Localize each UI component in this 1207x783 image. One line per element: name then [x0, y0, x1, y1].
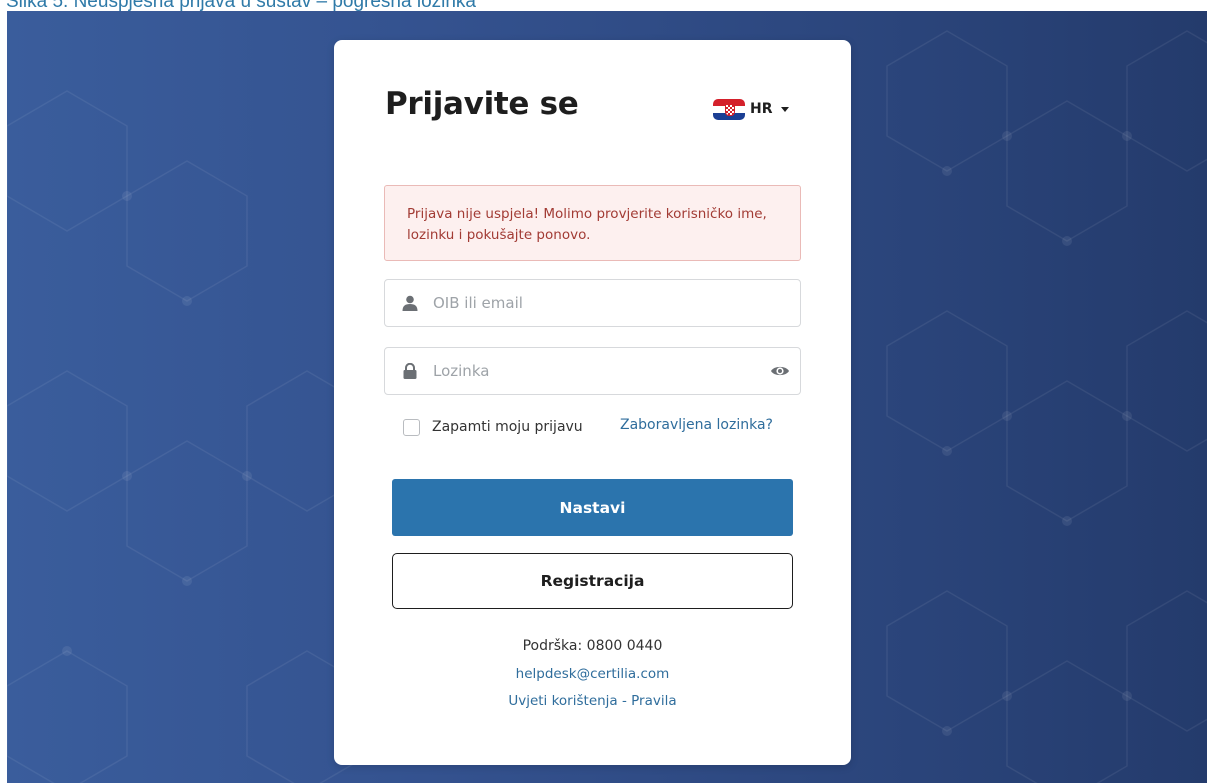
register-button[interactable]: Registracija [392, 553, 793, 609]
user-icon [402, 295, 418, 311]
username-input[interactable] [433, 280, 763, 326]
terms: Uvjeti korištenja - Pravila [334, 693, 851, 709]
username-field[interactable] [384, 279, 801, 327]
croatian-flag-icon [713, 98, 745, 120]
remember-checkbox[interactable] [403, 418, 420, 436]
lock-icon [403, 363, 417, 379]
continue-button[interactable]: Nastavi [392, 479, 793, 536]
password-field[interactable] [384, 347, 801, 395]
helpdesk-email-link[interactable]: helpdesk@certilia.com [516, 666, 670, 682]
terms-link[interactable]: Uvjeti korištenja - Pravila [508, 693, 676, 709]
password-input[interactable] [433, 348, 763, 394]
caret-down-icon [780, 106, 789, 112]
remember-me[interactable]: Zapamti moju prijavu [403, 416, 583, 438]
eye-icon[interactable] [770, 363, 790, 379]
error-alert: Prijava nije uspjela! Molimo provjerite … [384, 185, 801, 261]
login-card [334, 40, 851, 765]
support-phone: Podrška: 0800 0440 [522, 638, 663, 654]
helpdesk-email: helpdesk@certilia.com [334, 666, 851, 682]
remember-label: Zapamti moju prijavu [432, 419, 583, 435]
page-title: Prijavite se [385, 86, 579, 122]
language-code: HR [750, 101, 773, 117]
forgot-password-link[interactable]: Zaboravljena lozinka? [620, 417, 773, 433]
language-selector[interactable]: HR [713, 97, 789, 121]
